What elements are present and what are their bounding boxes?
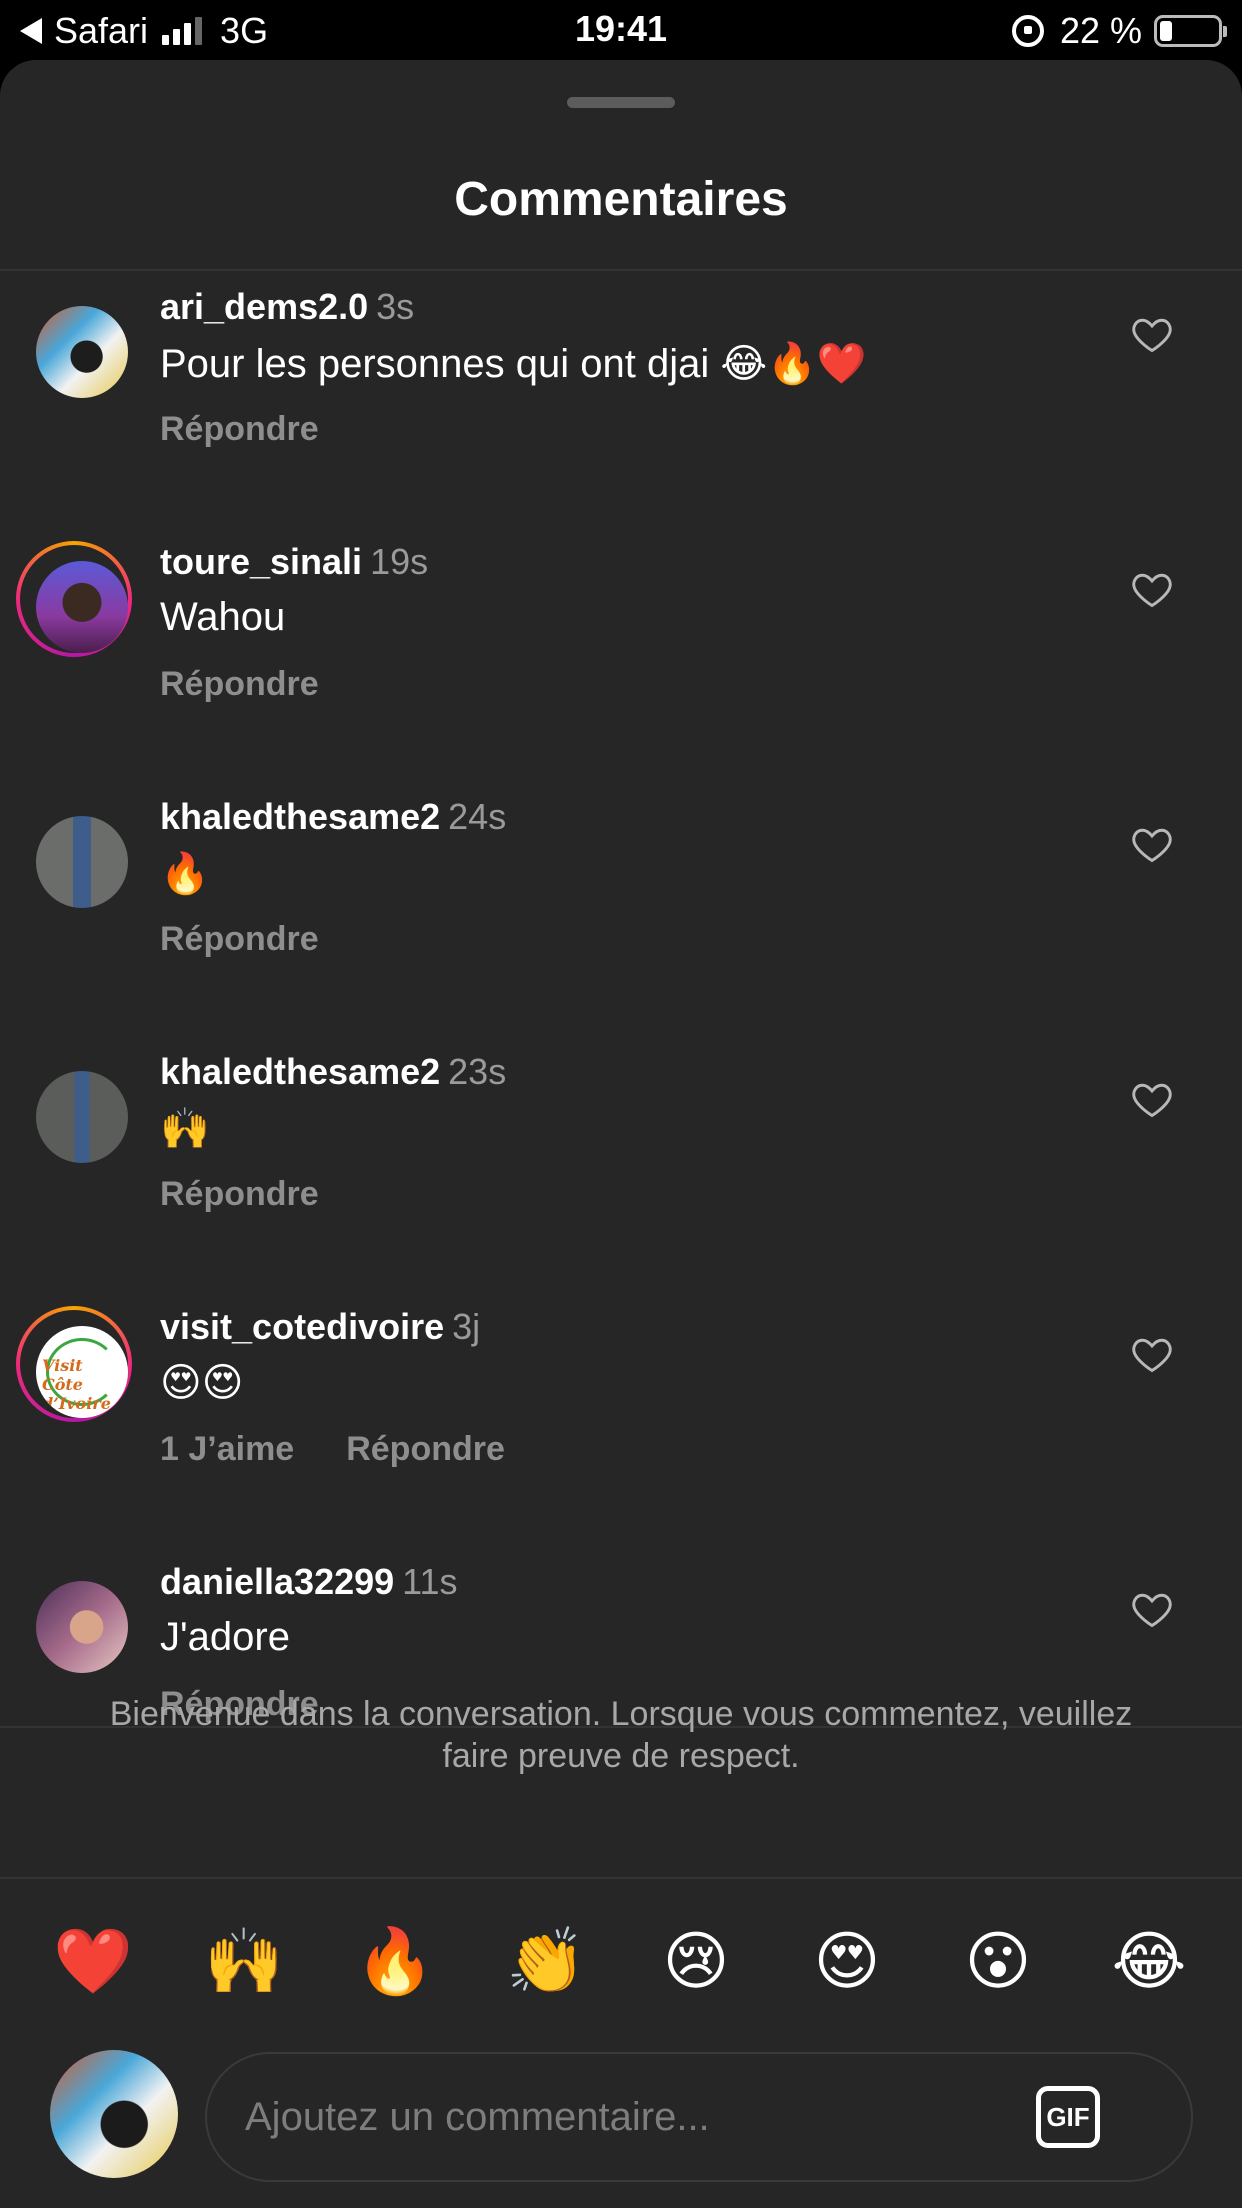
- comment-actions: Répondre: [160, 665, 319, 704]
- reply-button[interactable]: Répondre: [160, 920, 319, 958]
- comment-text: Wahou: [160, 595, 286, 639]
- comment-actions: 1 J’aime Répondre: [160, 1430, 505, 1469]
- reply-button[interactable]: Répondre: [160, 1175, 319, 1213]
- comments-list[interactable]: ari_dems2.0 3s Pour les personnes qui ont…: [0, 270, 1242, 1726]
- comment-username[interactable]: daniella32299: [160, 1561, 394, 1602]
- comment-username[interactable]: khaledthesame2: [160, 1051, 440, 1092]
- avatar-wrapper[interactable]: [16, 286, 132, 402]
- comment-text: 🔥: [160, 852, 210, 896]
- logo-text: Visit Côte d’Ivoire: [42, 1356, 111, 1413]
- comment-header: daniella32299 11s: [160, 1561, 458, 1603]
- avatar[interactable]: [36, 816, 128, 908]
- comment-time: 19s: [370, 541, 429, 582]
- battery-icon: [1154, 15, 1227, 47]
- quick-emoji-bar: ❤️ 🙌 🔥 👏 😢 😍 😮 😂: [0, 1912, 1242, 2012]
- avatar[interactable]: [36, 306, 128, 398]
- reply-button[interactable]: Répondre: [160, 665, 319, 703]
- emoji-surprised-button[interactable]: 😮: [943, 1912, 1053, 2012]
- emoji-raised-hands-button[interactable]: 🙌: [189, 1912, 299, 2012]
- notice-divider: [0, 1877, 1242, 1879]
- comments-sheet: Commentaires ari_dems2.0 3s Pour les pers…: [0, 60, 1242, 2208]
- avatar[interactable]: [36, 1071, 128, 1163]
- comment-time: 3j: [452, 1306, 481, 1347]
- emoji-laugh-button[interactable]: 😂: [1094, 1912, 1204, 2012]
- reply-button[interactable]: Répondre: [160, 410, 319, 448]
- like-heart-icon[interactable]: [1130, 822, 1174, 866]
- battery-percent: 22 %: [1059, 10, 1142, 51]
- comment-text: Pour les personnes qui ont djai 😂🔥❤️: [160, 342, 867, 386]
- comment-text: 😍😍: [160, 1361, 244, 1405]
- rotation-lock-icon: [1011, 15, 1044, 47]
- comment-item: khaledthesame2 24s 🔥 Répondre: [0, 780, 1242, 1035]
- sheet-title: Commentaires: [454, 173, 788, 226]
- emoji-cry-button[interactable]: 😢: [641, 1912, 751, 2012]
- comment-text: 🙌: [160, 1107, 210, 1151]
- comment-username[interactable]: ari_dems2.0: [160, 286, 368, 327]
- comment-username[interactable]: visit_cotedivoire: [160, 1306, 444, 1347]
- reply-button[interactable]: Répondre: [346, 1430, 505, 1468]
- avatar[interactable]: [36, 561, 128, 653]
- comment-item: khaledthesame2 23s 🙌 Répondre: [0, 1035, 1242, 1290]
- comment-time: 24s: [448, 796, 507, 837]
- battery-level: [1160, 21, 1172, 41]
- composer-avatar[interactable]: [50, 2050, 178, 2178]
- comment-header: visit_cotedivoire 3j: [160, 1306, 480, 1348]
- emoji-heart-button[interactable]: ❤️: [38, 1912, 148, 2012]
- comment-actions: Répondre: [160, 920, 319, 959]
- comment-time: 23s: [448, 1051, 507, 1092]
- emoji-clap-button[interactable]: 👏: [491, 1912, 601, 2012]
- avatar[interactable]: [36, 1581, 128, 1673]
- avatar-wrapper[interactable]: [16, 796, 132, 912]
- gif-button[interactable]: GIF: [1036, 2086, 1100, 2148]
- comment-text: J'adore: [160, 1615, 290, 1659]
- like-heart-icon[interactable]: [1130, 1587, 1174, 1631]
- comment-header: toure_sinali 19s: [160, 541, 428, 583]
- comment-actions: Répondre: [160, 1175, 319, 1214]
- comment-actions: Répondre: [160, 410, 319, 449]
- comment-username[interactable]: toure_sinali: [160, 541, 362, 582]
- like-heart-icon[interactable]: [1130, 1077, 1174, 1121]
- avatar-story-ring[interactable]: Visit Côte d’Ivoire: [16, 1306, 132, 1422]
- comment-item: toure_sinali 19s Wahou Répondre: [0, 525, 1242, 780]
- comment-time: 11s: [402, 1561, 458, 1602]
- avatar-story-ring[interactable]: [16, 541, 132, 657]
- status-bar: Safari 3G 19:41 22 %: [0, 0, 1242, 60]
- emoji-heart-eyes-button[interactable]: 😍: [792, 1912, 902, 2012]
- avatar-wrapper[interactable]: [16, 1561, 132, 1677]
- comment-header: ari_dems2.0 3s: [160, 286, 414, 328]
- emoji-fire-button[interactable]: 🔥: [340, 1912, 450, 2012]
- comment-header: khaledthesame2 24s: [160, 796, 506, 838]
- comment-time: 3s: [376, 286, 415, 327]
- status-right: 22 %: [1011, 8, 1227, 54]
- sheet-grabber[interactable]: [567, 97, 675, 108]
- comment-item: ari_dems2.0 3s Pour les personnes qui ont…: [0, 270, 1242, 525]
- like-heart-icon[interactable]: [1130, 1332, 1174, 1376]
- like-heart-icon[interactable]: [1130, 312, 1174, 356]
- avatar-logo[interactable]: Visit Côte d’Ivoire: [36, 1326, 128, 1418]
- comment-item: Visit Côte d’Ivoire visit_cotedivoire 3j 😍…: [0, 1290, 1242, 1545]
- comment-username[interactable]: khaledthesame2: [160, 796, 440, 837]
- like-heart-icon[interactable]: [1130, 567, 1174, 611]
- likes-count-button[interactable]: 1 J’aime: [160, 1430, 294, 1468]
- welcome-notice: Bienvenue dans la conversation. Lorsque …: [109, 1695, 1133, 1775]
- comment-header: khaledthesame2 23s: [160, 1051, 506, 1093]
- avatar-wrapper[interactable]: [16, 1051, 132, 1167]
